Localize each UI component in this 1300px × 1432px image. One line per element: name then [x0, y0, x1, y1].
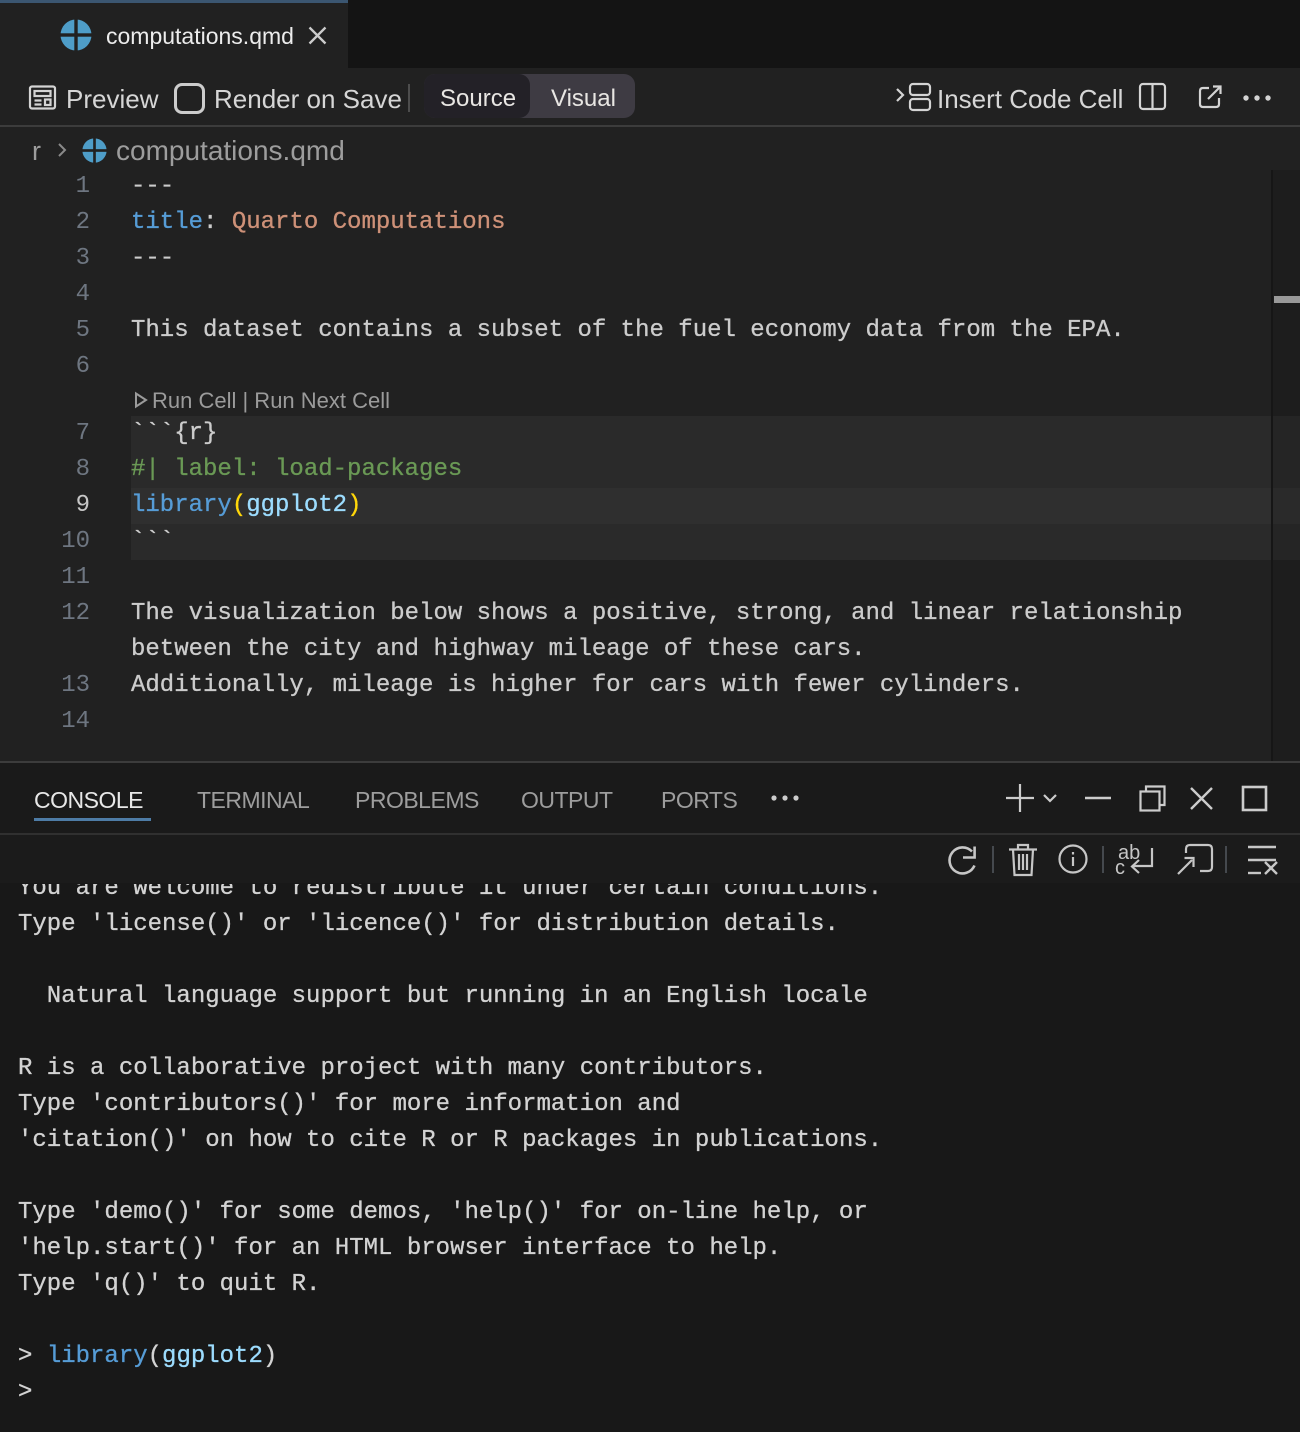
- svg-text:c: c: [1115, 857, 1125, 878]
